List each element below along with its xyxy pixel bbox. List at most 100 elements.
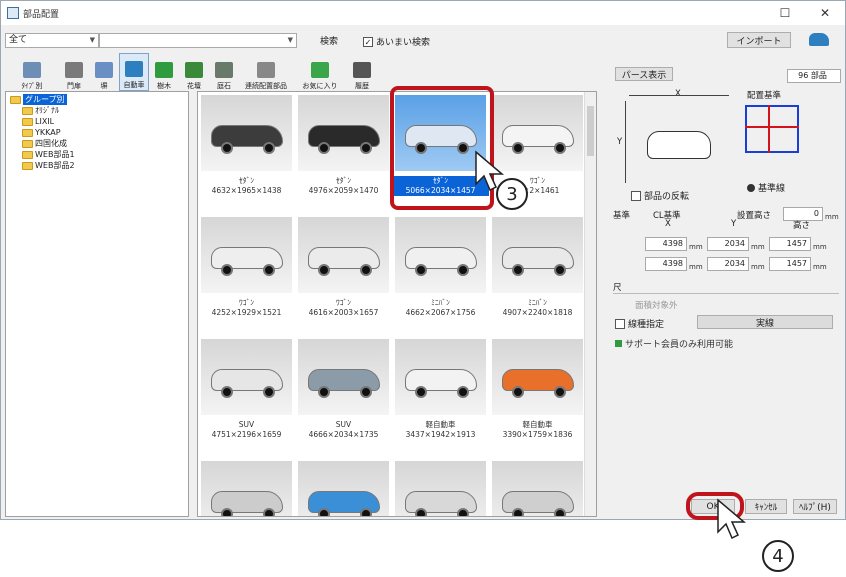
- dim-y-line: [625, 101, 626, 183]
- part-thumbnail: [395, 339, 486, 415]
- category-tab[interactable]: 花壇: [179, 53, 209, 91]
- category-tab[interactable]: 門扉: [59, 53, 89, 91]
- unit-label: mm: [751, 243, 765, 251]
- fuzzy-search-checkbox[interactable]: ✓ あいまい検索: [363, 35, 430, 48]
- unit-label: mm: [689, 243, 703, 251]
- part-item[interactable]: [198, 458, 295, 516]
- part-item[interactable]: [392, 458, 489, 516]
- search-input[interactable]: ▼: [99, 33, 297, 48]
- std-line-label: 基準線: [758, 184, 786, 194]
- category-tab[interactable]: 庭石: [209, 53, 239, 91]
- tree-item[interactable]: YKKAP: [8, 127, 186, 138]
- part-item[interactable]: ｾﾀﾞﾝ 4632×1965×1438: [198, 92, 295, 210]
- flip-label: 部品の反転: [644, 192, 690, 202]
- placement-ref-grid[interactable]: [745, 105, 799, 153]
- maximize-button[interactable]: ☐: [765, 1, 805, 25]
- size-x-input-2[interactable]: 4398: [645, 257, 687, 271]
- part-thumbnail: [395, 461, 486, 516]
- close-button[interactable]: ✕: [805, 1, 845, 25]
- category-tab[interactable]: ﾀｲﾌﾟ別: [5, 53, 59, 91]
- height-unit: mm: [825, 213, 839, 221]
- part-thumbnail: [298, 217, 389, 293]
- size-y-input[interactable]: 2034: [707, 237, 749, 251]
- car-icon: [125, 61, 143, 77]
- help-button[interactable]: ﾍﾙﾌﾟ(H): [793, 499, 837, 514]
- wheel-icon: [263, 386, 275, 398]
- line-type-select[interactable]: 実線: [697, 315, 833, 329]
- dim-x-label: X: [675, 89, 681, 99]
- tree-item[interactable]: 四国化成: [8, 138, 186, 149]
- wheel-icon: [554, 386, 566, 398]
- part-item[interactable]: SUV 4666×2034×1735: [295, 336, 392, 454]
- wheel-icon: [512, 508, 524, 516]
- chevron-down-icon: ▼: [287, 36, 293, 44]
- part-item[interactable]: 軽自動車 3437×1942×1913: [392, 336, 489, 454]
- category-label: 連続配置部品: [245, 82, 287, 90]
- category-tab[interactable]: 樹木: [149, 53, 179, 91]
- category-tab[interactable]: 履歴: [347, 53, 377, 91]
- category-label: 履歴: [355, 82, 369, 90]
- part-item[interactable]: ｾﾀﾞﾝ 4976×2059×1470: [295, 92, 392, 210]
- filter-select[interactable]: 全て ▼: [5, 33, 99, 48]
- tree-item-label: WEB部品1: [35, 150, 75, 159]
- tree-item[interactable]: WEB部品2: [8, 160, 186, 171]
- parts-placement-window: 部品配置 ☐ ✕ 全て ▼ ▼ 検索 ✓ あいまい検索 インポート ﾀｲﾌﾟ別 門…: [0, 0, 846, 520]
- size-y-input-2[interactable]: 2034: [707, 257, 749, 271]
- part-dimensions: 3390×1759×1836: [502, 430, 573, 439]
- size-h-input-2[interactable]: 1457: [769, 257, 811, 271]
- category-tab[interactable]: お気に入り: [293, 53, 347, 91]
- tree-item[interactable]: グループ別: [8, 94, 186, 105]
- tree-item[interactable]: ｵﾘｼﾞﾅﾙ: [8, 105, 186, 116]
- part-item[interactable]: [295, 458, 392, 516]
- size-x-input[interactable]: 4398: [645, 237, 687, 251]
- filter-select-value: 全て: [9, 35, 28, 45]
- std-line-radio[interactable]: 基準線: [747, 181, 785, 194]
- part-item[interactable]: ﾐﾆﾊﾞﾝ 4662×2067×1756: [392, 214, 489, 332]
- step3-badge: 3: [496, 178, 528, 210]
- unit-label: mm: [813, 243, 827, 251]
- tree-item[interactable]: LIXIL: [8, 116, 186, 127]
- category-tab[interactable]: 連続配置部品: [239, 53, 293, 91]
- tree-item-label: YKKAP: [35, 128, 61, 137]
- part-item[interactable]: [489, 458, 586, 516]
- part-item[interactable]: 軽自動車 3390×1759×1836: [489, 336, 586, 454]
- car-icon: [809, 33, 829, 46]
- wheel-icon: [263, 508, 275, 516]
- wheel-icon: [457, 386, 469, 398]
- category-tabs: ﾀｲﾌﾟ別 門扉 塀 自動車 樹木 花壇 庭石 連続配置部品 お気に入り 履歴: [5, 53, 377, 91]
- scrollbar-thumb[interactable]: [587, 106, 594, 156]
- search-button[interactable]: 検索: [305, 33, 353, 48]
- flip-checkbox[interactable]: 部品の反転: [631, 189, 689, 202]
- part-item[interactable]: ﾐﾆﾊﾞﾝ 4907×2240×1818: [489, 214, 586, 332]
- wheel-icon: [221, 142, 233, 154]
- category-tab[interactable]: 塀: [89, 53, 119, 91]
- category-tab[interactable]: 自動車: [119, 53, 149, 91]
- line-spec-checkbox[interactable]: 線種指定: [615, 317, 664, 330]
- perspective-button[interactable]: パース表示: [615, 67, 673, 81]
- part-thumbnail: [492, 217, 583, 293]
- part-item[interactable]: ﾜｺﾞﾝ 4616×2003×1657: [295, 214, 392, 332]
- history-icon: [353, 62, 371, 78]
- wheel-icon: [554, 508, 566, 516]
- part-dimensions: 4751×2196×1659: [211, 430, 282, 439]
- folder-icon: [22, 139, 33, 148]
- tree-item[interactable]: WEB部品1: [8, 149, 186, 160]
- part-name: 軽自動車: [425, 420, 456, 429]
- part-thumbnail: [201, 339, 292, 415]
- size-h-input[interactable]: 1457: [769, 237, 811, 251]
- car-top-icon: [647, 131, 711, 159]
- wheel-icon: [263, 264, 275, 276]
- import-button[interactable]: インポート: [727, 32, 791, 48]
- part-dimensions: 4907×2240×1818: [502, 308, 573, 317]
- part-dimensions: 4666×2034×1735: [308, 430, 379, 439]
- part-item[interactable]: SUV 4751×2196×1659: [198, 336, 295, 454]
- unit-label: mm: [813, 263, 827, 271]
- part-thumbnail: [298, 461, 389, 516]
- line-spec-label: 線種指定: [628, 320, 665, 330]
- part-item[interactable]: ﾜｺﾞﾝ 4252×1929×1521: [198, 214, 295, 332]
- placement-settings-panel: パース表示 96 部品 X Y 配置基準 部品の反転 基準線 基準 CL基準 設…: [607, 61, 845, 517]
- stone-icon: [215, 62, 233, 78]
- wheel-icon: [415, 264, 427, 276]
- parts-count: 96 部品: [787, 69, 841, 83]
- unit-label: mm: [689, 263, 703, 271]
